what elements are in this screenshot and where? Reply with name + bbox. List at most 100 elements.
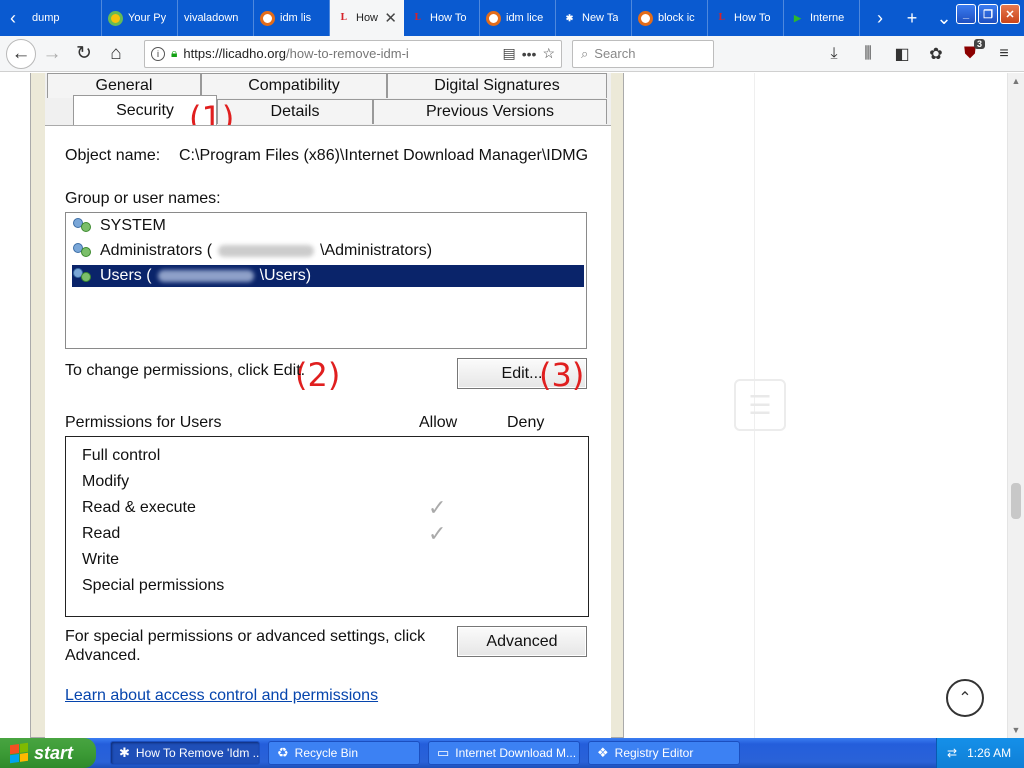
tab-how-to[interactable]: L How To — [404, 0, 480, 36]
dialog-body: General Compatibility Digital Signatures… — [45, 73, 611, 738]
scroll-tabs-right-icon[interactable]: › — [864, 8, 896, 29]
tab-active-how[interactable]: L How ✕ — [330, 0, 404, 36]
extension-icon[interactable]: ✿ — [920, 44, 952, 64]
close-window-icon[interactable]: ✕ — [1000, 4, 1020, 24]
tab-your-py[interactable]: Your Py — [102, 0, 178, 36]
restore-icon[interactable]: ❐ — [978, 4, 998, 24]
screen: ‹ dump Your Py vivaladown idm lis L How ✕ … — [0, 0, 1024, 768]
minimize-icon[interactable]: _ — [956, 4, 976, 24]
new-tab-icon[interactable]: + — [896, 8, 928, 29]
tab-idm-lice[interactable]: idm lice — [480, 0, 556, 36]
taskbar: start ✱ How To Remove 'Idm ... ♻︎ Recycle … — [0, 738, 1024, 768]
redacted-host — [218, 245, 315, 257]
url-bar[interactable]: i 🔒︎ https://licadho.org/how-to-remove-i… — [144, 39, 562, 68]
task-label: Registry Editor — [614, 746, 694, 760]
tab-title: block ic — [658, 12, 695, 24]
tab-compatibility[interactable]: Compatibility — [201, 73, 387, 98]
idm-icon — [486, 10, 501, 26]
tab-new-ta[interactable]: ✱ New Ta — [556, 0, 632, 36]
task-label: How To Remove 'Idm ... — [135, 746, 260, 760]
perm-read: Read — [82, 525, 121, 542]
tab-digital-signatures[interactable]: Digital Signatures — [387, 73, 607, 98]
reload-icon[interactable]: ↻ — [68, 38, 100, 70]
idm-icon — [260, 10, 275, 26]
user-suffix: \Users) — [259, 267, 312, 284]
permissions-for-label: Permissions for Users — [65, 414, 222, 431]
url-text[interactable]: https://licadho.org/how-to-remove-idm-i — [183, 46, 496, 61]
task-idm-folder[interactable]: ▭ Internet Download M... — [428, 741, 580, 765]
tab-vivaladown[interactable]: vivaladown — [178, 0, 254, 36]
window-controls: _ ❐ ✕ — [956, 4, 1020, 24]
ublock-icon[interactable]: ⛊ 3 — [954, 38, 986, 63]
task-registry-editor[interactable]: ❖ Registry Editor — [588, 741, 740, 765]
learn-access-control-link[interactable]: Learn about access control and permissio… — [65, 687, 378, 705]
tab-interne[interactable]: ▶ Interne — [784, 0, 860, 36]
tab-block-ic[interactable]: block ic — [632, 0, 708, 36]
tab-dump[interactable]: dump — [26, 0, 102, 36]
task-recycle-bin[interactable]: ♻︎ Recycle Bin — [268, 741, 420, 765]
security-panel: Object name: C:\Program Files (x86)\Inte… — [45, 125, 611, 738]
tab-title: How To — [430, 12, 467, 24]
users-icon — [72, 217, 94, 235]
back-icon[interactable]: ← — [6, 38, 36, 69]
start-label: start — [34, 742, 74, 763]
system-tray: ⇄ 1:26 AM — [936, 738, 1024, 768]
tab-title: How — [356, 12, 379, 24]
l-logo-icon: L — [340, 13, 347, 23]
close-tab-icon[interactable]: ✕ — [384, 9, 397, 27]
special-permissions-text-1: For special permissions or advanced sett… — [65, 628, 426, 645]
user-row-system[interactable]: SYSTEM — [72, 215, 584, 237]
tab-how-to-2[interactable]: L How To — [708, 0, 784, 36]
page-actions-icon[interactable]: ••• — [522, 46, 537, 62]
perm-full-control: Full control — [82, 447, 161, 464]
scroll-tabs-left-icon[interactable]: ‹ — [0, 0, 26, 36]
home-icon[interactable]: ⌂ — [100, 38, 132, 70]
tab-idm-lis[interactable]: idm lis — [254, 0, 330, 36]
task-label: Internet Download M... — [455, 746, 577, 760]
download-icon[interactable]: ⤓ — [818, 45, 850, 63]
tab-title: Interne — [810, 12, 845, 24]
tab-strip: ‹ dump Your Py vivaladown idm lis L How ✕ … — [0, 0, 1024, 36]
sidebar-icon[interactable]: ◧ — [886, 44, 918, 64]
advanced-button[interactable]: Advanced — [457, 626, 587, 657]
perm-modify: Modify — [82, 473, 130, 490]
menu-icon[interactable]: ≡ — [988, 45, 1020, 63]
allow-check-icon: ✓ — [428, 495, 447, 520]
group-or-user-names-label: Group or user names: — [65, 190, 221, 207]
search-input[interactable]: ⌕ Search — [572, 39, 714, 68]
object-name-label: Object name: — [65, 147, 161, 164]
start-button[interactable]: start — [0, 738, 96, 768]
tab-details[interactable]: Details — [217, 99, 373, 124]
user-suffix: \Administrators) — [320, 242, 433, 259]
tab-previous-versions[interactable]: Previous Versions — [373, 99, 607, 124]
special-permissions-text-2: Advanced. — [65, 647, 141, 664]
document-icon: ☰ — [734, 379, 786, 431]
scroll-up-icon[interactable]: ▲ — [1008, 73, 1024, 89]
network-icon[interactable]: ⇄ — [947, 746, 957, 760]
user-row-users-selected[interactable]: Users (\Users) — [72, 265, 584, 287]
reader-view-icon[interactable]: ▤ — [502, 45, 515, 62]
toolbar-right: ⤓ ⫼ ◧ ✿ ⛊ 3 ≡ — [818, 38, 1020, 64]
user-name: Administrators ( — [100, 242, 213, 259]
user-list: SYSTEM Administrators (\Administrators) … — [65, 212, 587, 349]
tab-title: vivaladown — [184, 12, 239, 24]
deny-column-label: Deny — [507, 414, 545, 431]
tab-title: dump — [32, 12, 60, 24]
page-content: ☰ General Compatibility Digital Signatur… — [0, 73, 1024, 738]
folder-icon: ▭ — [437, 745, 450, 760]
permissions-list: Full control Modify Read & execute ✓ Rea… — [65, 436, 589, 617]
registry-editor-icon: ❖ — [597, 745, 609, 760]
task-firefox[interactable]: ✱ How To Remove 'Idm ... — [110, 741, 260, 765]
perm-special: Special permissions — [82, 577, 225, 594]
scroll-down-icon[interactable]: ▼ — [1008, 722, 1024, 738]
forward-icon[interactable]: → — [36, 38, 68, 70]
scroll-to-top-icon[interactable]: ⌃ — [946, 679, 984, 717]
bookmark-star-icon[interactable]: ☆ — [542, 45, 555, 62]
page-scrollbar[interactable]: ▲ ▼ — [1007, 73, 1024, 738]
idm-icon — [638, 10, 653, 26]
info-icon[interactable]: i — [151, 46, 165, 61]
user-row-administrators[interactable]: Administrators ( \Administrators) — [72, 240, 584, 262]
scrollbar-thumb[interactable] — [1011, 483, 1021, 519]
lock-icon[interactable]: 🔒︎ — [171, 46, 177, 61]
library-icon[interactable]: ⫼ — [852, 45, 884, 63]
